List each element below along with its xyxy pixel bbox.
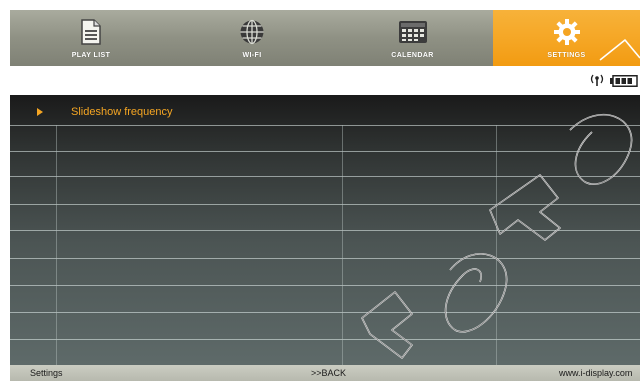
- column-divider: [56, 125, 57, 365]
- row-divider: [10, 285, 640, 286]
- settings-list: Slideshow frequency: [10, 95, 640, 365]
- app-frame: PLAY LIST WI-FI CALENDAR SETTINGS Slides…: [0, 0, 640, 381]
- row-divider: [10, 151, 640, 152]
- tab-label: CALENDAR: [391, 52, 434, 59]
- row-divider: [10, 204, 640, 205]
- row-divider: [10, 312, 640, 313]
- tab-label: WI-FI: [242, 52, 262, 59]
- tab-calendar[interactable]: CALENDAR: [332, 10, 493, 66]
- footer-bar: Settings >>BACK www.i-display.com: [10, 365, 640, 381]
- left-margin: [0, 0, 10, 381]
- tab-wifi[interactable]: WI-FI: [172, 10, 332, 66]
- tab-settings[interactable]: SETTINGS: [493, 10, 640, 66]
- footer-website-link[interactable]: www.i-display.com: [559, 368, 632, 378]
- tab-playlist[interactable]: PLAY LIST: [10, 10, 172, 66]
- list-item-label: Slideshow frequency: [71, 106, 173, 118]
- battery-icon: [610, 74, 638, 87]
- row-divider: [10, 176, 640, 177]
- column-divider: [496, 125, 497, 365]
- back-button[interactable]: >>BACK: [311, 368, 346, 378]
- tab-label: SETTINGS: [547, 52, 586, 59]
- status-bar: [10, 66, 640, 94]
- row-divider: [10, 125, 640, 126]
- row-divider: [10, 258, 640, 259]
- column-divider: [342, 125, 343, 365]
- footer-section-label: Settings: [30, 368, 63, 378]
- calendar-icon: [396, 17, 430, 47]
- tab-label: PLAY LIST: [71, 52, 111, 59]
- gear-icon: [550, 17, 584, 47]
- globe-icon: [235, 17, 269, 47]
- row-divider: [10, 339, 640, 340]
- play-arrow-icon: [37, 108, 43, 116]
- antenna-icon: [590, 73, 604, 86]
- playlist-icon: [74, 17, 108, 47]
- tab-bar: PLAY LIST WI-FI CALENDAR SETTINGS: [10, 10, 640, 66]
- list-item-selected[interactable]: Slideshow frequency: [10, 103, 640, 121]
- row-divider: [10, 230, 640, 231]
